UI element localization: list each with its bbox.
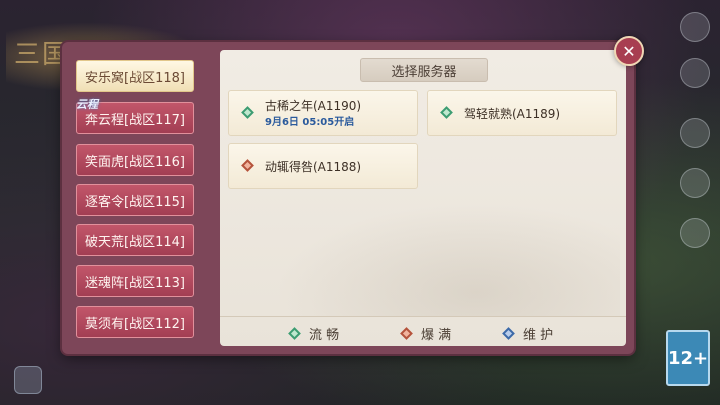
server-name: 驾轻就熟(A1189) [464,107,561,121]
notice-icon[interactable] [680,12,710,42]
server-name: 动辄得咎(A1188) [265,160,362,174]
status-maintenance-icon [502,327,515,340]
status-smooth-icon [241,106,254,119]
account-icon[interactable] [680,58,710,88]
legend-label: 流 畅 [309,328,340,343]
zone-tab-112[interactable]: 莫须有[战区112] [76,306,194,338]
legend-label: 维 护 [523,328,554,343]
legend-smooth: 流 畅 [288,324,340,343]
legend-divider [220,316,626,317]
close-button[interactable]: ✕ [614,36,644,66]
zone-tab-113[interactable]: 迷魂阵[战区113] [76,265,194,297]
active-zone-arrow-icon: › [134,64,141,83]
status-full-icon [400,327,413,340]
zone-tab-114[interactable]: 破天荒[战区114] [76,224,194,256]
age-rating-badge: 12+ [666,330,710,386]
settings-icon[interactable] [680,118,710,148]
server-name: 古稀之年(A1190) [265,99,362,113]
legend-full: 爆 满 [400,324,452,343]
cloud-tag: 云程 [76,98,98,111]
status-smooth-icon [440,106,453,119]
legend-maintenance: 维 护 [502,324,554,343]
status-full-icon [241,159,254,172]
service-icon[interactable] [680,168,710,198]
server-card-a1190[interactable]: 古稀之年(A1190) 9月6日 05:05开启 [228,90,418,136]
legend-label: 爆 满 [421,328,452,343]
panel-title: 选择服务器 [360,58,488,82]
server-content: 选择服务器 古稀之年(A1190) 9月6日 05:05开启 驾轻就熟(A118… [220,50,626,346]
ink-landscape-decoration [260,196,620,316]
chat-icon[interactable] [14,366,42,394]
zone-tab-115[interactable]: 逐客令[战区115] [76,184,194,216]
server-card-a1188[interactable]: 动辄得咎(A1188) [228,143,418,189]
server-card-a1189[interactable]: 驾轻就熟(A1189) [427,90,617,136]
zone-tab-116[interactable]: 笑面虎[战区116] [76,144,194,176]
status-smooth-icon [288,327,301,340]
server-open-time: 9月6日 05:05开启 [265,117,355,128]
exit-icon[interactable] [680,218,710,248]
